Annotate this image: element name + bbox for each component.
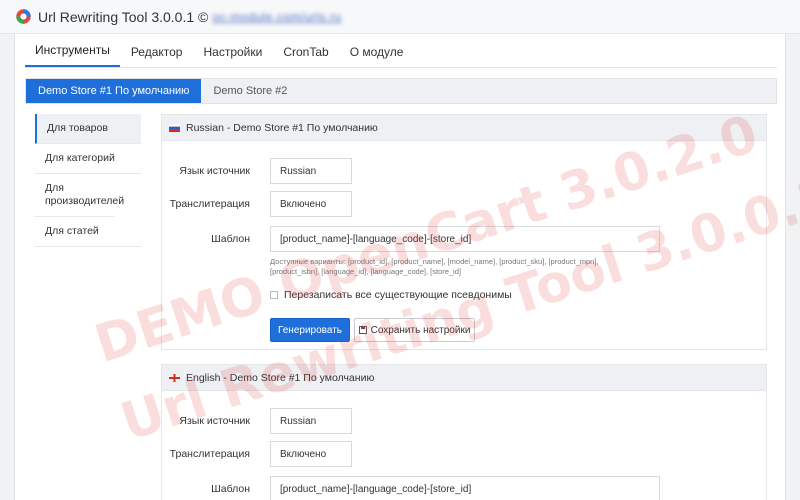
source-lang-select[interactable]: Russian — [270, 158, 352, 184]
save-settings-label: Сохранить настройки — [370, 324, 471, 336]
tab-editor[interactable]: Редактор — [121, 33, 193, 67]
sidebar-item-articles[interactable]: Для статей — [35, 217, 141, 247]
panel-title: Russian - Demo Store #1 По умолчанию — [186, 121, 378, 134]
header-link[interactable]: oc-module.com/urls.ru — [212, 10, 341, 24]
tab-settings[interactable]: Настройки — [193, 33, 272, 67]
en-flag-icon — [169, 373, 180, 382]
template-hint: Доступные варианты: [product_id], [produ… — [270, 257, 599, 276]
tab-store-1[interactable]: Demo Store #1 По умолчанию — [26, 79, 202, 103]
main-nav: Инструменты Редактор Настройки CronTab О… — [25, 34, 777, 68]
panel-russian: Russian - Demo Store #1 По умолчанию Язы… — [161, 114, 767, 350]
tab-instruments[interactable]: Инструменты — [25, 33, 120, 67]
panel-header: Russian - Demo Store #1 По умолчанию — [162, 115, 766, 141]
overwrite-checkbox[interactable] — [270, 291, 278, 299]
store-tabs: Demo Store #1 По умолчанию Demo Store #2 — [25, 78, 777, 104]
panel-title: English - Demo Store #1 По умолчанию — [186, 371, 375, 384]
save-icon — [358, 326, 367, 334]
overwrite-checkbox-row[interactable]: Перезаписать все существующие псевдонимы — [270, 289, 512, 301]
tab-store-2[interactable]: Demo Store #2 — [201, 79, 299, 103]
template-input[interactable]: [product_name]-[language_code]-[store_id… — [270, 226, 660, 252]
translit-label: Транслитерация — [169, 448, 250, 460]
source-lang-label: Язык источник — [179, 415, 250, 427]
app-logo-icon — [16, 9, 31, 24]
panel-header: English - Demo Store #1 По умолчанию — [162, 365, 766, 391]
source-lang-select[interactable]: Russian — [270, 408, 352, 434]
sidebar-item-manufacturers[interactable]: Для производителей — [35, 174, 124, 217]
save-settings-button[interactable]: Сохранить настройки — [354, 318, 475, 342]
tab-crontab[interactable]: CronTab — [273, 33, 338, 67]
translit-select[interactable]: Включено — [270, 191, 352, 217]
panel-english: English - Demo Store #1 По умолчанию Язы… — [161, 364, 767, 500]
generate-button[interactable]: Генерировать — [270, 318, 350, 342]
translit-select[interactable]: Включено — [270, 441, 352, 467]
sidebar-item-products[interactable]: Для товаров — [35, 114, 141, 144]
main-card: Инструменты Редактор Настройки CronTab О… — [14, 34, 786, 500]
source-lang-label: Язык источник — [179, 165, 250, 177]
template-label: Шаблон — [211, 233, 250, 245]
translit-label: Транслитерация — [169, 198, 250, 210]
tab-about[interactable]: О модуле — [340, 33, 414, 67]
overwrite-label: Перезаписать все существующие псевдонимы — [284, 289, 512, 301]
sidebar-item-categories[interactable]: Для категорий — [35, 144, 141, 174]
ru-flag-icon — [169, 123, 180, 132]
app-title: Url Rewriting Tool 3.0.0.1 © — [38, 8, 209, 25]
app-header: Url Rewriting Tool 3.0.0.1 © oc-module.c… — [0, 0, 800, 34]
template-input[interactable]: [product_name]-[language_code]-[store_id… — [270, 476, 660, 500]
template-label: Шаблон — [211, 483, 250, 495]
sidebar: Для товаров Для категорий Для производит… — [35, 114, 141, 247]
